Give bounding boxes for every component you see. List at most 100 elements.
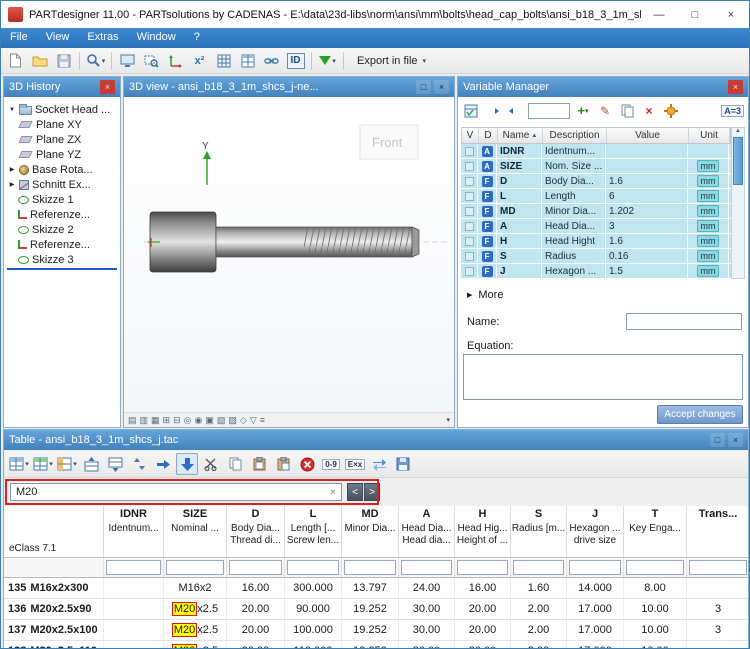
cell-j[interactable]: 17.000 bbox=[567, 641, 624, 649]
pan-view-icon[interactable]: ▣ bbox=[205, 415, 214, 426]
variable-value[interactable]: 0.16 bbox=[606, 249, 688, 263]
variable-value[interactable] bbox=[606, 144, 688, 158]
cell-size[interactable]: M16x2 bbox=[164, 578, 227, 598]
transfer-table-button[interactable] bbox=[368, 453, 390, 475]
col-header-d[interactable]: D bbox=[479, 128, 498, 143]
cell-d[interactable]: 20.00 bbox=[227, 599, 285, 619]
menu-file[interactable]: File bbox=[1, 28, 37, 48]
tree-item-socket-head[interactable]: ▼ Socket Head ... bbox=[5, 102, 119, 117]
filter-input[interactable] bbox=[287, 560, 339, 575]
name-input[interactable] bbox=[626, 313, 742, 330]
cell-h[interactable]: 20.00 bbox=[455, 599, 511, 619]
sort-rows-button[interactable] bbox=[128, 453, 150, 475]
variable-checkbox[interactable] bbox=[465, 267, 474, 276]
col-header-t[interactable]: T Key Enga... bbox=[624, 506, 687, 557]
clear-search-icon[interactable]: × bbox=[330, 487, 336, 498]
equation-input[interactable] bbox=[463, 354, 743, 400]
filter-input[interactable] bbox=[689, 560, 747, 575]
view-mode-button[interactable] bbox=[116, 50, 139, 72]
variable-value[interactable]: 6 bbox=[606, 189, 688, 203]
tree-item-schnitt[interactable]: ▶ Schnitt Ex... bbox=[5, 177, 119, 192]
col-header-v[interactable]: V bbox=[462, 128, 479, 143]
table-row[interactable]: 138 M20x2.5x110 M20 x2.5 20.00 110.000 1… bbox=[4, 641, 748, 649]
variable-filter-input[interactable] bbox=[528, 103, 570, 119]
cell-j[interactable]: 17.000 bbox=[567, 599, 624, 619]
filter-input[interactable] bbox=[569, 560, 621, 575]
link-button[interactable] bbox=[260, 50, 283, 72]
filter-input[interactable] bbox=[166, 560, 224, 575]
cut-button[interactable] bbox=[200, 453, 222, 475]
cell-t[interactable]: 10.00 bbox=[624, 620, 687, 640]
cell-idnr[interactable] bbox=[104, 620, 164, 640]
filter-input[interactable] bbox=[626, 560, 684, 575]
variable-checkbox[interactable] bbox=[465, 147, 474, 156]
cell-s[interactable]: 2.00 bbox=[511, 641, 567, 649]
insert-row-above-button[interactable] bbox=[80, 453, 102, 475]
number-format-button[interactable]: 0-9 bbox=[320, 453, 342, 475]
zoom-region-button[interactable] bbox=[140, 50, 163, 72]
variable-checkbox[interactable] bbox=[465, 192, 474, 201]
expander-open-icon[interactable]: ▼ bbox=[8, 107, 16, 113]
cell-d[interactable]: 20.00 bbox=[227, 620, 285, 640]
hidden-line-icon[interactable]: ▦ bbox=[151, 415, 160, 426]
variable-row[interactable]: F H Head Hight 1.6 mm bbox=[461, 234, 731, 249]
cell-a[interactable]: 24.00 bbox=[399, 578, 455, 598]
variables-button[interactable]: x² bbox=[188, 50, 211, 72]
table-new-button[interactable]: ▾ bbox=[8, 453, 30, 475]
search-input[interactable]: M20 × bbox=[10, 483, 342, 501]
copy-variable-button[interactable] bbox=[618, 102, 636, 120]
cell-h[interactable]: 16.00 bbox=[455, 578, 511, 598]
col-header-value[interactable]: Value bbox=[607, 128, 689, 143]
history-close-button[interactable]: × bbox=[100, 80, 115, 94]
table-row[interactable]: 136 M20x2.5x90 M20 x2.5 20.00 90.000 19.… bbox=[4, 599, 748, 620]
maximize-button[interactable]: □ bbox=[677, 1, 713, 28]
settings-button[interactable] bbox=[662, 102, 680, 120]
col-header-d[interactable]: D Body Dia... Thread di... bbox=[227, 506, 285, 557]
variable-value[interactable]: 3 bbox=[606, 219, 688, 233]
filter-input[interactable] bbox=[513, 560, 564, 575]
cell-s[interactable]: 2.00 bbox=[511, 599, 567, 619]
expand-search-button[interactable] bbox=[176, 453, 198, 475]
save-table-button[interactable] bbox=[392, 453, 414, 475]
expander-closed-icon[interactable]: ▶ bbox=[8, 166, 16, 173]
col-header-j[interactable]: J Hexagon ... drive size bbox=[567, 506, 624, 557]
tree-item-plane-yz[interactable]: Plane YZ bbox=[5, 147, 119, 162]
col-header-a[interactable]: A Head Dia... Head dia... bbox=[399, 506, 455, 557]
variable-checkbox[interactable] bbox=[465, 177, 474, 186]
menu-extras[interactable]: Extras bbox=[78, 28, 127, 48]
variable-row[interactable]: F J Hexagon ... 1.5 mm bbox=[461, 264, 731, 279]
copy-button[interactable] bbox=[224, 453, 246, 475]
cell-size[interactable]: M20 x2.5 bbox=[164, 599, 227, 619]
new-file-button[interactable] bbox=[4, 50, 27, 72]
minimize-button[interactable]: — bbox=[641, 1, 677, 28]
expander-closed-icon[interactable]: ▶ bbox=[8, 181, 16, 188]
top-view-icon[interactable]: ▨ bbox=[228, 415, 237, 426]
variable-manager-close-button[interactable]: × bbox=[728, 80, 743, 94]
table-row[interactable]: 135 M16x2x300 M16x2 16.00 300.000 13.797… bbox=[4, 578, 748, 599]
cell-trans[interactable]: 3 bbox=[687, 620, 748, 640]
cell-md[interactable]: 19.252 bbox=[342, 620, 399, 640]
delete-row-button[interactable] bbox=[296, 453, 318, 475]
variable-checkbox[interactable] bbox=[465, 252, 474, 261]
save-file-button[interactable] bbox=[52, 50, 75, 72]
tree-item-skizze-1[interactable]: Skizze 1 bbox=[5, 192, 119, 207]
tree-item-base-rotation[interactable]: ▶ Base Rota... bbox=[5, 162, 119, 177]
variable-value[interactable]: 1.5 bbox=[606, 264, 688, 278]
front-view-icon[interactable]: ▧ bbox=[217, 415, 226, 426]
filter-input[interactable] bbox=[229, 560, 282, 575]
rotate-view-icon[interactable]: ◉ bbox=[195, 415, 203, 426]
insert-row-below-button[interactable] bbox=[104, 453, 126, 475]
edit-variable-button[interactable]: ✎ bbox=[596, 102, 614, 120]
filter-input[interactable] bbox=[457, 560, 508, 575]
col-header-idnr[interactable]: IDNR Identnum... bbox=[104, 506, 164, 557]
filter-dropdown-button[interactable]: ▾ bbox=[316, 50, 339, 72]
col-header-description[interactable]: Description bbox=[543, 128, 607, 143]
view-menu-icon[interactable]: ≡ bbox=[260, 415, 265, 425]
tree-item-plane-zx[interactable]: Plane ZX bbox=[5, 132, 119, 147]
cell-s[interactable]: 2.00 bbox=[511, 620, 567, 640]
accept-changes-button[interactable]: Accept changes bbox=[657, 405, 743, 424]
variable-row[interactable]: A IDNR Identnum... bbox=[461, 144, 731, 159]
shaded-view-icon[interactable]: ▤ bbox=[128, 415, 137, 426]
transfer-out-button[interactable] bbox=[506, 102, 524, 120]
cell-idnr[interactable] bbox=[104, 578, 164, 598]
